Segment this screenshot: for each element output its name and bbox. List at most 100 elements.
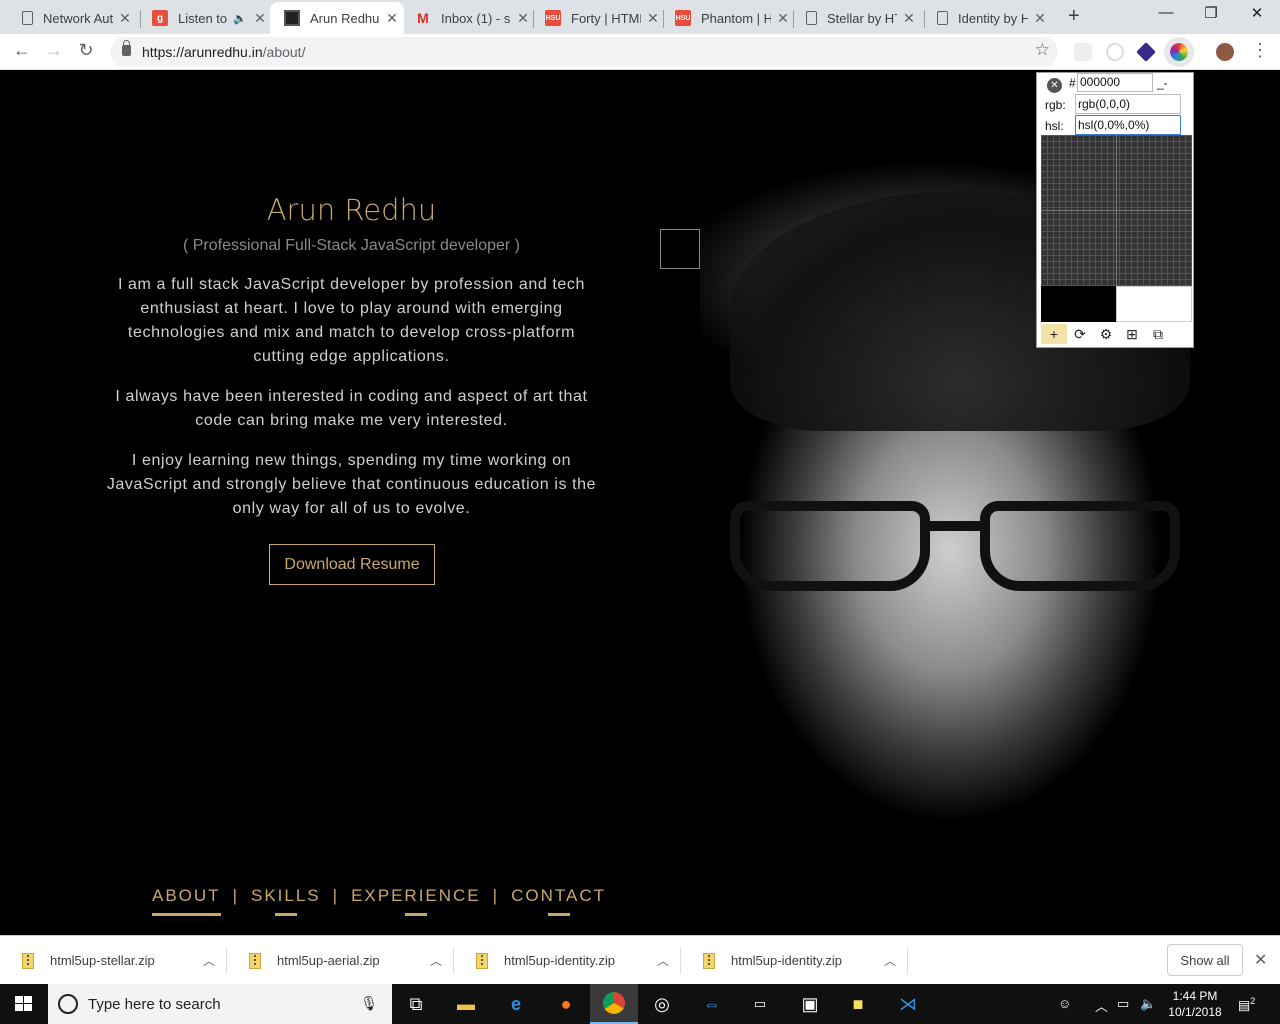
chevron-up-icon[interactable]: ︿ [872, 952, 908, 969]
page-subtitle: ( Professional Full-Stack JavaScript dev… [182, 237, 521, 254]
lock-icon[interactable] [122, 40, 131, 56]
download-item[interactable]: html5up-stellar.zip ︿ [0, 936, 227, 985]
chevron-up-icon[interactable]: ︿ [191, 952, 227, 969]
windows-start-button[interactable] [15, 996, 33, 1012]
forward-button[interactable]: → [42, 40, 66, 61]
close-icon[interactable]: ✕ [1254, 950, 1267, 970]
crosshair-icon[interactable]: + [1041, 324, 1067, 344]
tab-strip: Network Aut ✕ g Listen to 🔈 ✕ Arun Redhu… [0, 0, 1280, 34]
close-icon[interactable]: ✕ [252, 10, 268, 27]
download-item[interactable]: html5up-identity.zip ︿ [681, 936, 908, 985]
hsu-icon: HSU [675, 10, 691, 26]
people-icon[interactable]: ☺ [1058, 996, 1071, 1011]
tab-phantom[interactable]: HSU Phantom | H ✕ [661, 2, 794, 34]
network-icon[interactable]: ▭ [1117, 996, 1129, 1012]
tab-label: Arun Redhu [310, 10, 380, 26]
url-text[interactable]: https://arunredhu.in/about/ [142, 44, 305, 60]
tab-stellar[interactable]: Stellar by HT ✕ [792, 2, 925, 34]
control-panel-icon[interactable]: ▣ [796, 990, 824, 1018]
chevron-up-icon[interactable]: ︿ [645, 952, 681, 969]
document-icon [937, 11, 948, 25]
hsl-input[interactable]: hsl(0,0%,0%) [1075, 115, 1181, 135]
zip-file-icon [249, 952, 261, 969]
teamviewer-icon[interactable]: ⇔ [698, 990, 726, 1018]
close-icon[interactable]: ✕ [645, 10, 661, 27]
menu-icon[interactable]: ⋮ [1248, 40, 1272, 61]
taskbar-search[interactable]: Type here to search 🎙 [48, 984, 392, 1024]
tab-label: Forty | HTML [571, 10, 641, 26]
nav-contact[interactable]: CONTACT [511, 886, 606, 916]
safari-icon[interactable]: ◎ [648, 990, 676, 1018]
magnifier-grid[interactable] [1041, 135, 1192, 286]
hsl-label: hsl: [1045, 119, 1064, 133]
edge-icon[interactable]: e [502, 990, 530, 1018]
back-button[interactable]: ← [10, 40, 34, 61]
extension-icon[interactable] [1074, 43, 1092, 61]
tab-forty[interactable]: HSU Forty | HTML ✕ [531, 2, 664, 34]
color-picker-popup: ✕ # 000000 _- rgb: rgb(0,0,0) hsl: hsl(0… [1036, 72, 1194, 348]
tab-label: Listen to [178, 10, 228, 26]
tab-arun-redhu[interactable]: Arun Redhu ✕ [270, 2, 404, 34]
avatar[interactable] [1216, 43, 1234, 61]
section-nav: ABOUT | SKILLS | EXPERIENCE | CONTACT [152, 886, 606, 916]
show-all-button[interactable]: Show all [1167, 944, 1243, 976]
hex-input[interactable]: 000000 [1077, 73, 1153, 92]
tab-label: Inbox (1) - s [441, 10, 511, 26]
microphone-icon[interactable]: 🎙 [360, 995, 378, 1012]
picker-toolbar: + ⟳ ⚙ ⊞ ⧉ [1041, 324, 1171, 344]
volume-icon[interactable]: 🔈 [1140, 996, 1156, 1012]
vscode-icon[interactable]: ⋊ [894, 990, 922, 1018]
new-tab-button[interactable]: + [1068, 5, 1080, 28]
download-resume-button[interactable]: Download Resume [269, 544, 435, 585]
color-picker-extension-icon[interactable] [1164, 37, 1194, 67]
gmail-icon: M [417, 10, 429, 26]
task-view-icon[interactable]: ⧉ [402, 990, 430, 1018]
reload-button[interactable]: ↻ [74, 40, 98, 61]
tab-identity[interactable]: Identity by H ✕ [923, 2, 1056, 34]
close-icon[interactable]: ✕ [384, 10, 400, 27]
browser-toolbar: ← → ↻ https://arunredhu.in/about/ ☆ ⋮ [0, 34, 1280, 70]
close-icon[interactable]: ✕ [901, 10, 917, 27]
download-item[interactable]: html5up-aerial.zip ︿ [227, 936, 454, 985]
zip-file-icon [22, 952, 34, 969]
close-icon[interactable]: ✕ [515, 10, 531, 27]
sticky-notes-icon[interactable]: ■ [844, 990, 872, 1018]
chrome-icon[interactable] [590, 984, 638, 1024]
close-icon[interactable]: ✕ [1047, 78, 1062, 93]
file-explorer-icon[interactable]: ▬ [452, 990, 480, 1018]
clock[interactable]: 1:44 PM 10/1/2018 [1164, 988, 1226, 1020]
tab-listen[interactable]: g Listen to 🔈 ✕ [138, 2, 272, 34]
extension-icon[interactable] [1106, 43, 1124, 61]
refresh-icon[interactable]: ⟳ [1067, 324, 1093, 344]
popout-icon[interactable]: ⧉ [1145, 324, 1171, 344]
nav-experience[interactable]: EXPERIENCE [351, 886, 481, 916]
rgb-label: rgb: [1045, 98, 1066, 112]
speaker-icon[interactable]: 🔈 [232, 12, 248, 25]
windows-icon[interactable]: ⊞ [1119, 324, 1145, 344]
chevron-up-icon[interactable]: ︿ [418, 952, 454, 969]
close-window-button[interactable]: ✕ [1234, 4, 1280, 22]
bookmark-star-icon[interactable]: ☆ [1035, 40, 1050, 60]
rgb-input[interactable]: rgb(0,0,0) [1075, 94, 1181, 114]
close-icon[interactable]: ✕ [1032, 10, 1048, 27]
chevron-up-icon[interactable]: ︿ [1095, 996, 1108, 1015]
gear-icon[interactable]: ⚙ [1093, 324, 1119, 344]
windows-taskbar: Type here to search 🎙 ⧉ ▬ e ● ◎ ⇔ ▭ ▣ ■ … [0, 984, 1280, 1024]
minimize-button[interactable]: — [1143, 4, 1189, 21]
notifications-icon[interactable]: ▤2 [1238, 996, 1255, 1013]
tab-network[interactable]: Network Aut ✕ [8, 2, 141, 34]
maximize-button[interactable]: ❐ [1188, 4, 1234, 22]
nav-skills[interactable]: SKILLS [251, 886, 321, 916]
firefox-icon[interactable]: ● [552, 990, 580, 1018]
selection-box [660, 229, 700, 269]
current-color-swatch [1041, 286, 1116, 322]
close-icon[interactable]: ✕ [117, 10, 133, 27]
tab-inbox[interactable]: M Inbox (1) - s ✕ [401, 2, 534, 34]
extension-icon[interactable] [1136, 42, 1156, 62]
close-icon[interactable]: ✕ [775, 10, 791, 27]
terminal-icon[interactable]: ▭ [746, 990, 774, 1018]
address-bar[interactable]: https://arunredhu.in/about/ ☆ [110, 37, 1058, 67]
zip-file-icon [476, 952, 488, 969]
download-item[interactable]: html5up-identity.zip ︿ [454, 936, 681, 985]
nav-about[interactable]: ABOUT [152, 886, 221, 916]
